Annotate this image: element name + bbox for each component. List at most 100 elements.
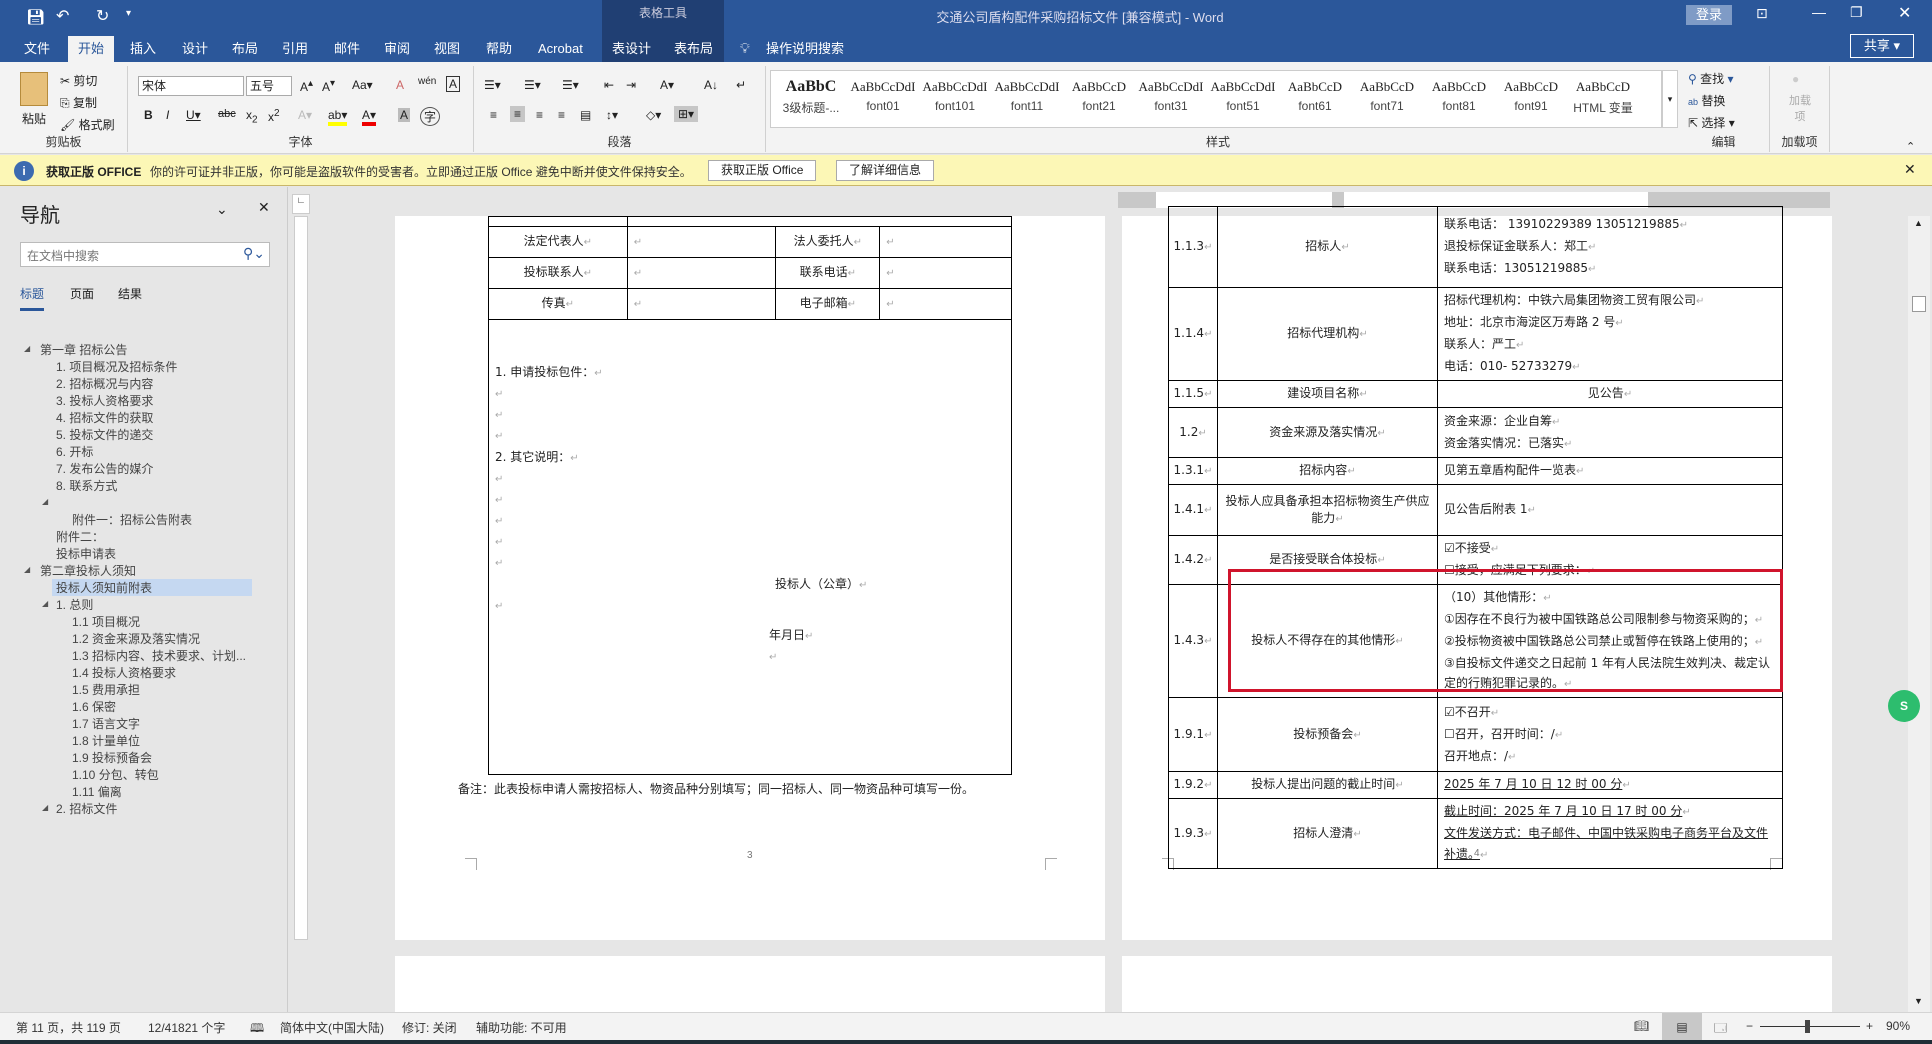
nav-tab-headings[interactable]: 标题 (20, 285, 45, 311)
nav-heading-item[interactable]: 第二章投标人须知 (40, 562, 136, 579)
tab-acrobat[interactable]: Acrobat (528, 36, 593, 62)
nav-heading-item[interactable]: 7. 发布公告的媒介 (56, 460, 153, 477)
tab-review[interactable]: 审阅 (374, 36, 420, 62)
get-genuine-button[interactable]: 获取正版 Office (708, 160, 817, 181)
increase-indent-icon[interactable]: ⇥ (626, 78, 636, 92)
minimize-icon[interactable]: — (1812, 4, 1826, 20)
nav-options-icon[interactable]: ⌄ (216, 201, 228, 218)
page-count[interactable]: 第 11 页，共 119 页 (16, 1019, 121, 1036)
zoom-slider[interactable] (1760, 1020, 1860, 1033)
nav-heading-item[interactable]: 1. 项目概况及招标条件 (56, 358, 177, 375)
nav-tab-pages[interactable]: 页面 (70, 285, 94, 302)
align-right-icon[interactable]: ≡ (536, 108, 543, 122)
login-button[interactable]: 登录 (1686, 5, 1732, 25)
font-size-select[interactable]: 五号 (246, 76, 292, 96)
print-layout-icon[interactable]: ▤ (1662, 1013, 1702, 1041)
zoom-level[interactable]: 90% (1886, 1019, 1910, 1033)
nav-heading-item[interactable]: 1.11 偏离 (72, 783, 122, 800)
nav-close-icon[interactable]: ✕ (258, 199, 270, 216)
subscript-icon[interactable]: x2 (246, 108, 258, 125)
align-center-icon[interactable]: ≡ (510, 106, 526, 122)
proofing-icon[interactable]: 🕮︎ (250, 1019, 264, 1040)
read-mode-icon[interactable]: 📖︎ (1634, 1019, 1649, 1033)
tab-insert[interactable]: 插入 (120, 36, 166, 62)
phonetic-guide-icon[interactable]: wén (418, 76, 436, 87)
strikethrough-icon[interactable]: abc (218, 108, 236, 120)
customize-qat-icon[interactable]: ▾ (126, 8, 131, 19)
accessibility-status[interactable]: 辅助功能: 不可用 (476, 1019, 567, 1036)
nav-heading-item[interactable]: 投标人须知前附表 (52, 579, 252, 596)
tab-selector[interactable]: ∟ (292, 194, 310, 214)
grow-font-icon[interactable]: A▴ (300, 78, 313, 94)
distributed-icon[interactable]: ▤ (580, 108, 591, 122)
table-cell[interactable]: ↵ (879, 288, 1012, 320)
nav-heading-item[interactable]: 1.6 保密 (72, 698, 116, 715)
style-item[interactable]: AaBbCcD font81 (1423, 75, 1495, 113)
tab-design[interactable]: 设计 (172, 36, 218, 62)
tab-mailings[interactable]: 邮件 (324, 36, 370, 62)
paste-icon[interactable] (20, 72, 48, 106)
select-button[interactable]: ⇱ 选择 ▾ (1688, 114, 1735, 131)
nav-heading-item[interactable]: 附件二： (56, 528, 104, 545)
nav-tab-results[interactable]: 结果 (118, 285, 142, 302)
floating-assistant-icon[interactable]: S (1888, 690, 1920, 722)
share-button[interactable]: 共享 ▾ (1850, 34, 1914, 58)
table-cell[interactable]: ↵ (626, 288, 777, 320)
style-item[interactable]: AaBbCcD font21 (1063, 75, 1135, 113)
nav-heading-item[interactable]: 3. 投标人资格要求 (56, 392, 153, 409)
nav-heading-item[interactable]: 1.4 投标人资格要求 (72, 664, 176, 681)
find-button[interactable]: ⚲ 查找 ▾ (1688, 70, 1734, 87)
nav-heading-item[interactable]: 附件一：招标公告附表 (72, 511, 192, 528)
collapse-ribbon-icon[interactable]: ⌃ (1906, 140, 1915, 153)
style-item[interactable]: AaBbCcDdI font51 (1207, 75, 1279, 113)
style-item[interactable]: AaBbCcDdI font31 (1135, 75, 1207, 113)
paste-button[interactable]: 粘贴 (22, 110, 46, 127)
tab-view[interactable]: 视图 (424, 36, 470, 62)
char-border-icon[interactable]: A (446, 76, 461, 92)
tab-file[interactable]: 文件 (14, 36, 60, 62)
style-item[interactable]: AaBbCcD font91 (1495, 75, 1567, 113)
styles-more-icon[interactable]: ▾ (1662, 70, 1678, 128)
clear-format-icon[interactable]: A (396, 78, 404, 92)
sort-icon[interactable]: A↓ (704, 78, 718, 92)
close-icon[interactable]: ✕ (1898, 3, 1911, 23)
language-status[interactable]: 简体中文(中国大陆) (280, 1019, 384, 1036)
nav-heading-item[interactable]: 1.8 计量单位 (72, 732, 140, 749)
nav-heading-item[interactable]: 4. 招标文件的获取 (56, 409, 153, 426)
tab-references[interactable]: 引用 (272, 36, 318, 62)
nav-heading-item[interactable]: 1.3 招标内容、技术要求、计划... (72, 647, 246, 664)
collapse-triangle-icon[interactable]: ◢ (24, 344, 30, 353)
nav-heading-item[interactable]: 1. 总则 (56, 596, 93, 613)
style-item[interactable]: AaBbCcDdI font101 (919, 75, 991, 113)
borders-icon[interactable]: ⊞▾ (674, 106, 699, 122)
nav-heading-item[interactable]: 1.7 语言文字 (72, 715, 140, 732)
text-effects-icon[interactable]: A▾ (298, 108, 312, 122)
nav-heading-item[interactable]: 第一章 招标公告 (40, 341, 127, 358)
style-item[interactable]: AaBbCcD HTML 变量 (1567, 75, 1639, 116)
learn-more-button[interactable]: 了解详细信息 (836, 160, 935, 181)
word-count[interactable]: 12/41821 个字 (148, 1019, 225, 1036)
style-item[interactable]: AaBbC 3级标题-... (775, 75, 847, 116)
zoom-out-icon[interactable]: − (1746, 1019, 1753, 1033)
undo-icon[interactable]: ↶ (56, 6, 69, 26)
zoom-slider-thumb[interactable] (1805, 1020, 1810, 1033)
nav-heading-item[interactable]: 1.5 费用承担 (72, 681, 140, 698)
close-message-icon[interactable]: ✕ (1904, 161, 1916, 178)
addins-button[interactable]: 加载项 (1784, 92, 1816, 124)
nav-heading-item[interactable]: 2. 招标概况与内容 (56, 375, 153, 392)
show-marks-icon[interactable]: ↵ (736, 78, 746, 92)
italic-icon[interactable]: I (166, 108, 169, 122)
tab-table-layout[interactable]: 表布局 (664, 36, 724, 62)
superscript-icon[interactable]: x2 (268, 108, 280, 124)
highlight-icon[interactable]: ab▾ (328, 108, 348, 126)
nav-search-input[interactable]: 在文档中搜索 ⚲⌄ (20, 242, 270, 267)
collapse-triangle-icon[interactable]: ◢ (24, 565, 30, 574)
vertical-scrollbar[interactable]: ▲ ▼ (1908, 216, 1930, 1012)
format-painter-button[interactable]: 🖌︎ 格式刷 (60, 116, 115, 133)
underline-icon[interactable]: U▾ (186, 108, 201, 122)
restore-icon[interactable]: ❐ (1850, 4, 1863, 21)
save-icon[interactable]: 💾︎ (26, 8, 45, 26)
table-cell[interactable]: 1. 申请投标包件：↵ ↵ ↵ ↵ 2. 其它说明：↵ ↵ ↵ ↵ ↵ ↵ 投标人（公章）↵… (488, 319, 1012, 775)
table-cell[interactable]: ↵ (879, 257, 1012, 289)
justify-icon[interactable]: ≡ (558, 108, 565, 122)
